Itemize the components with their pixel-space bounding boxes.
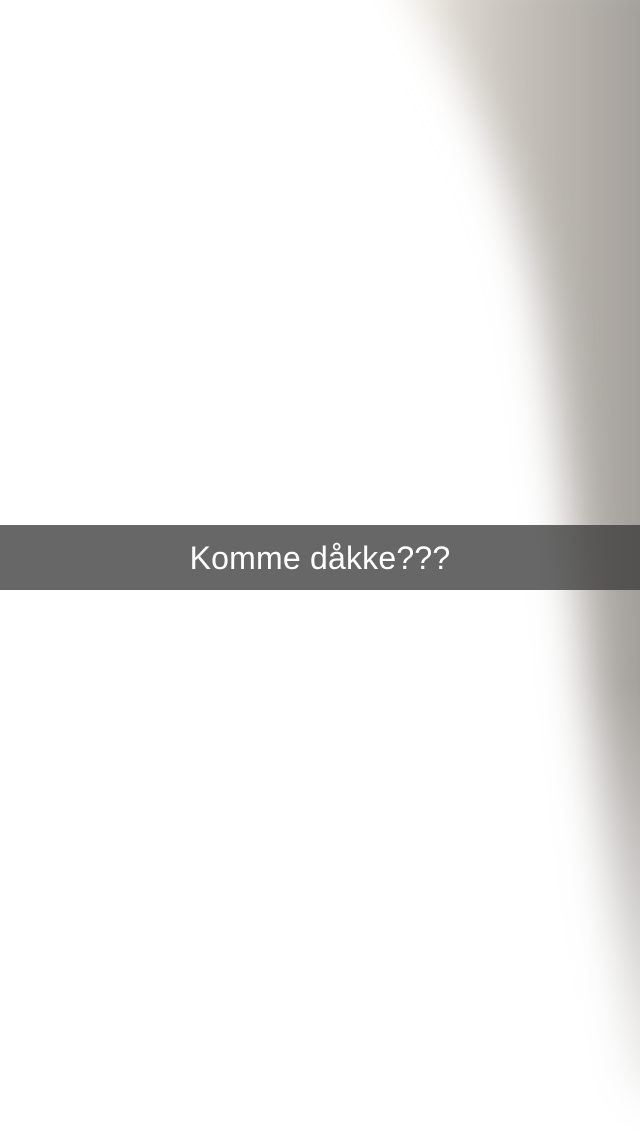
caption-bar: Komme dåkke???	[0, 525, 640, 590]
caption-text: Komme dåkke???	[189, 539, 451, 576]
